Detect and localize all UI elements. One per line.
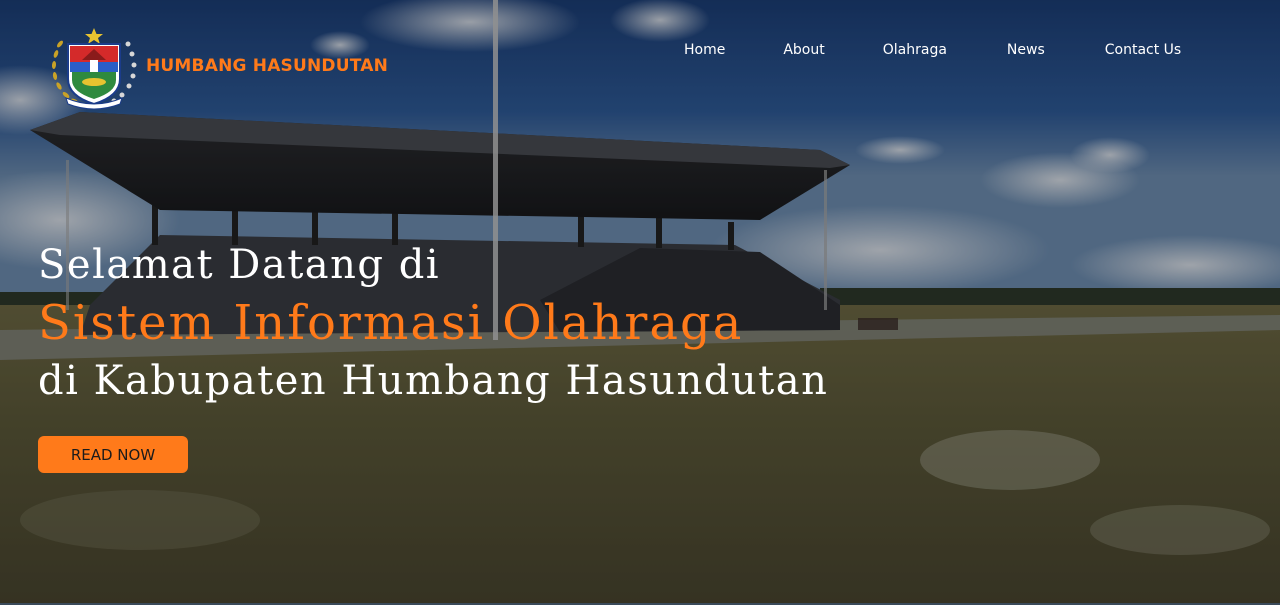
site-header: HUMBANG HASUNDUTAN Home About Olahraga N… [0, 0, 1280, 110]
nav-item-about[interactable]: About [783, 42, 824, 58]
hero-subtitle-line: di Kabupaten Humbang Hasundutan [38, 358, 829, 404]
hero-title-line: Sistem Informasi Olahraga [38, 295, 744, 351]
read-now-button[interactable]: READ NOW [38, 436, 188, 473]
regency-emblem-logo-icon[interactable] [46, 24, 142, 114]
landing-page: HUMBANG HASUNDUTAN Home About Olahraga N… [0, 0, 1280, 605]
main-nav: Home About Olahraga News Contact Us [668, 42, 1181, 58]
nav-item-contact-us[interactable]: Contact Us [1105, 42, 1181, 58]
hero-welcome-line: Selamat Datang di [38, 242, 441, 288]
hero-heading: Selamat Datang di Sistem Informasi Olahr… [38, 238, 828, 408]
nav-item-olahraga[interactable]: Olahraga [883, 42, 947, 58]
nav-item-home[interactable]: Home [684, 42, 725, 58]
nav-item-news[interactable]: News [1007, 42, 1045, 58]
brand-name[interactable]: HUMBANG HASUNDUTAN [146, 56, 388, 76]
